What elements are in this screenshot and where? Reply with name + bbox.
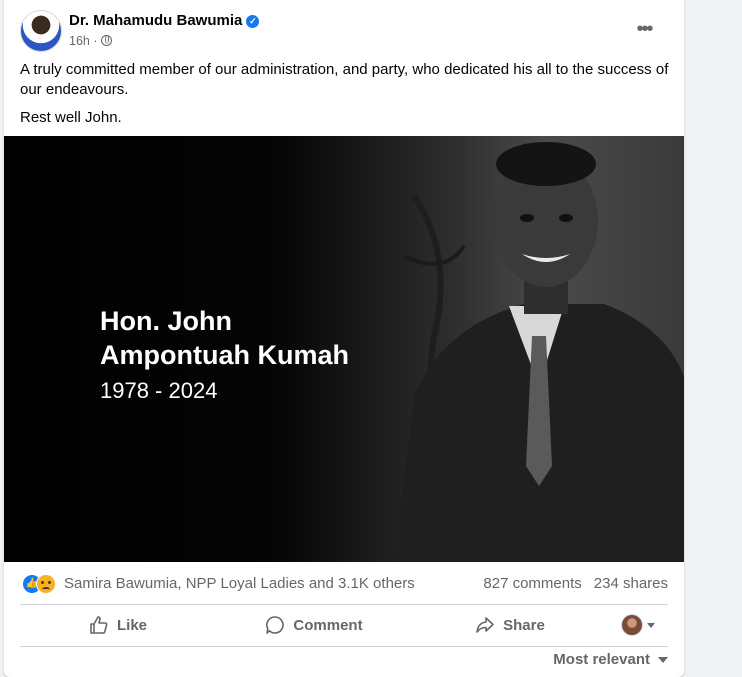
reaction-icons[interactable]: 👍 <box>22 574 60 594</box>
comment-icon <box>266 616 285 634</box>
post-photo[interactable]: Hon. John Ampontuah Kumah 1978 - 2024 <box>4 136 684 562</box>
divider <box>20 604 668 605</box>
post-timestamp[interactable]: 16h <box>69 34 90 48</box>
share-icon <box>476 617 494 633</box>
verified-badge-icon: ✓ <box>246 15 260 28</box>
share-button[interactable]: Share <box>412 608 608 642</box>
sad-icon <box>36 574 56 594</box>
author-name[interactable]: Dr. Mahamudu Bawumia <box>69 12 242 29</box>
thumbs-up-icon <box>90 616 108 634</box>
comment-label: Comment <box>293 616 363 634</box>
author-line: Dr. Mahamudu Bawumia ✓ <box>69 12 260 29</box>
portrait-image <box>394 142 684 562</box>
comments-sort-dropdown[interactable]: Most relevant <box>553 651 668 668</box>
reactions-summary[interactable]: Samira Bawumia, NPP Loyal Ladies and 3.1… <box>64 575 415 592</box>
post-paragraph: A truly committed member of our administ… <box>20 61 669 98</box>
share-label: Share <box>503 616 545 634</box>
divider <box>20 646 668 647</box>
memorial-years: 1978 - 2024 <box>100 378 218 403</box>
memorial-name-line2: Ampontuah Kumah <box>100 340 349 370</box>
shares-count[interactable]: 234 shares <box>594 575 668 592</box>
memorial-name: Hon. John Ampontuah Kumah <box>100 304 349 372</box>
author-avatar[interactable] <box>20 10 62 52</box>
reactions-bar: 👍 Samira Bawumia, NPP Loyal Ladies and 3… <box>20 572 668 596</box>
caret-down-icon <box>658 656 668 663</box>
memorial-name-line1: Hon. John <box>100 306 232 336</box>
post-meta: 16h · <box>69 34 112 48</box>
post-paragraph: Rest well John. <box>20 109 122 126</box>
caret-down-icon <box>647 622 655 628</box>
engagement-counts: 827 comments 234 shares <box>483 575 668 592</box>
like-button[interactable]: Like <box>20 608 216 642</box>
post-actions: Like Comment Share <box>20 608 668 642</box>
globe-icon <box>100 35 112 46</box>
post-card: Dr. Mahamudu Bawumia ✓ 16h · ••• A truly … <box>4 0 684 677</box>
more-options-button[interactable]: ••• <box>628 16 660 48</box>
post-header: Dr. Mahamudu Bawumia ✓ 16h · ••• <box>20 10 668 52</box>
comments-count[interactable]: 827 comments <box>483 575 581 592</box>
comments-sort-label: Most relevant <box>553 651 650 668</box>
react-as-selector[interactable] <box>608 608 668 642</box>
post-text: A truly committed member of our administ… <box>20 60 670 136</box>
profile-avatar <box>621 614 643 636</box>
like-label: Like <box>116 616 147 634</box>
comment-button[interactable]: Comment <box>216 608 412 642</box>
